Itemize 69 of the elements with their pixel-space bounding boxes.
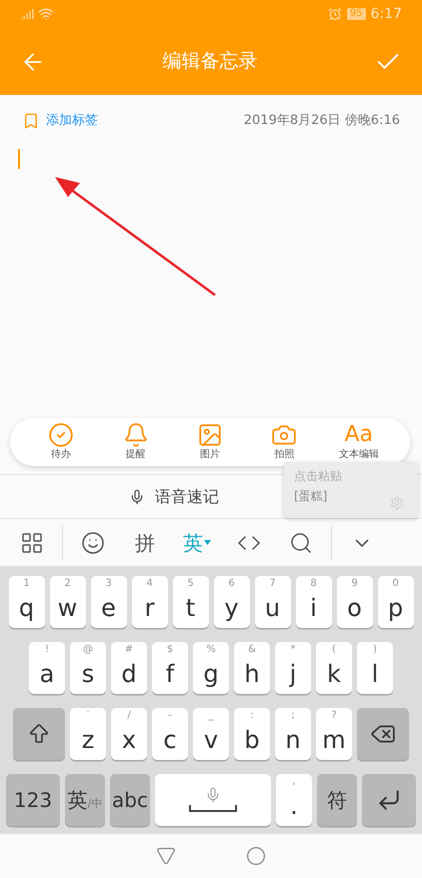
key[interactable]: 2 w [50,576,86,628]
bookmark-icon [22,111,40,131]
wifi-icon [38,6,54,22]
key[interactable]: 6 y [214,576,250,628]
key[interactable]: 123 [6,774,60,826]
key[interactable]: 0 p [378,576,414,628]
key[interactable]: & h [234,642,270,694]
grid-icon [20,530,44,554]
toolbar-button[interactable]: 提醒 [100,422,171,462]
key[interactable]: * j [275,642,311,694]
font-icon: Aa [344,422,374,448]
key[interactable]: : b [234,708,270,760]
battery-level: 95 [346,8,366,20]
microphone-icon [129,488,145,504]
key[interactable]: abc [110,774,150,826]
key[interactable]: % g [193,642,229,694]
alarm-icon [328,7,342,21]
key[interactable]: ! a [29,642,65,694]
key[interactable]: ; n [275,708,311,760]
microphone-icon [205,787,221,803]
settings-icon [390,496,404,510]
toolbar-button[interactable]: 拍照 [249,422,320,462]
key[interactable]: 9 o [336,576,372,628]
smiley-icon [81,530,105,554]
key[interactable]: 8 i [296,576,332,628]
space-bar-icon [189,805,237,813]
key[interactable]: 7 u [254,576,290,628]
key[interactable]: ? m [316,708,352,760]
shift-key[interactable] [13,708,65,760]
bell-icon [122,422,149,448]
search-icon [289,530,313,554]
shift-icon [27,722,51,746]
toolbar-button[interactable]: 图片 [174,422,245,462]
key[interactable]: 英/中 [65,774,105,826]
caret-icon [204,540,211,545]
key[interactable]: 4 r [132,576,168,628]
key[interactable]: 3 e [90,576,126,628]
key[interactable]: 1 q [8,576,44,628]
key[interactable]: _ v [193,708,229,760]
back-nav-button[interactable] [156,846,176,866]
page-title: 编辑备忘录 [162,49,258,74]
back-triangle-icon [156,846,176,866]
key[interactable]: – c [152,708,188,760]
key[interactable]: # d [111,642,147,694]
key[interactable]: ) l [357,642,393,694]
key[interactable]: $ f [152,642,188,694]
clipboard-text: [蛋糕] [294,488,328,505]
enter-key[interactable] [362,774,416,826]
key[interactable]: / x [111,708,147,760]
toolbar-button[interactable]: Aa 文本编辑 [324,422,394,462]
key[interactable]: @ s [70,642,106,694]
signal-icon [20,7,34,21]
key[interactable]: , . [276,774,312,826]
note-datetime: 2019年8月26日 傍晚6:16 [244,112,400,130]
toolbar-button[interactable]: 待办 [26,422,96,462]
paste-hint: 点击粘贴 [294,468,342,485]
input-mode-tab[interactable]: 拼 [119,522,171,562]
image-icon [196,422,223,448]
chevron-down-icon [355,538,369,546]
check-circle-icon [48,422,74,448]
key[interactable]: ( k [316,642,352,694]
key[interactable]: 符 [317,774,357,826]
space-key[interactable] [155,774,271,826]
key[interactable]: ′ z [70,708,106,760]
home-nav-button[interactable] [246,846,266,866]
key[interactable]: 5 t [172,576,208,628]
clock-time: 6:17 [370,4,402,24]
backspace-key[interactable] [357,708,409,760]
home-circle-icon [246,846,266,866]
